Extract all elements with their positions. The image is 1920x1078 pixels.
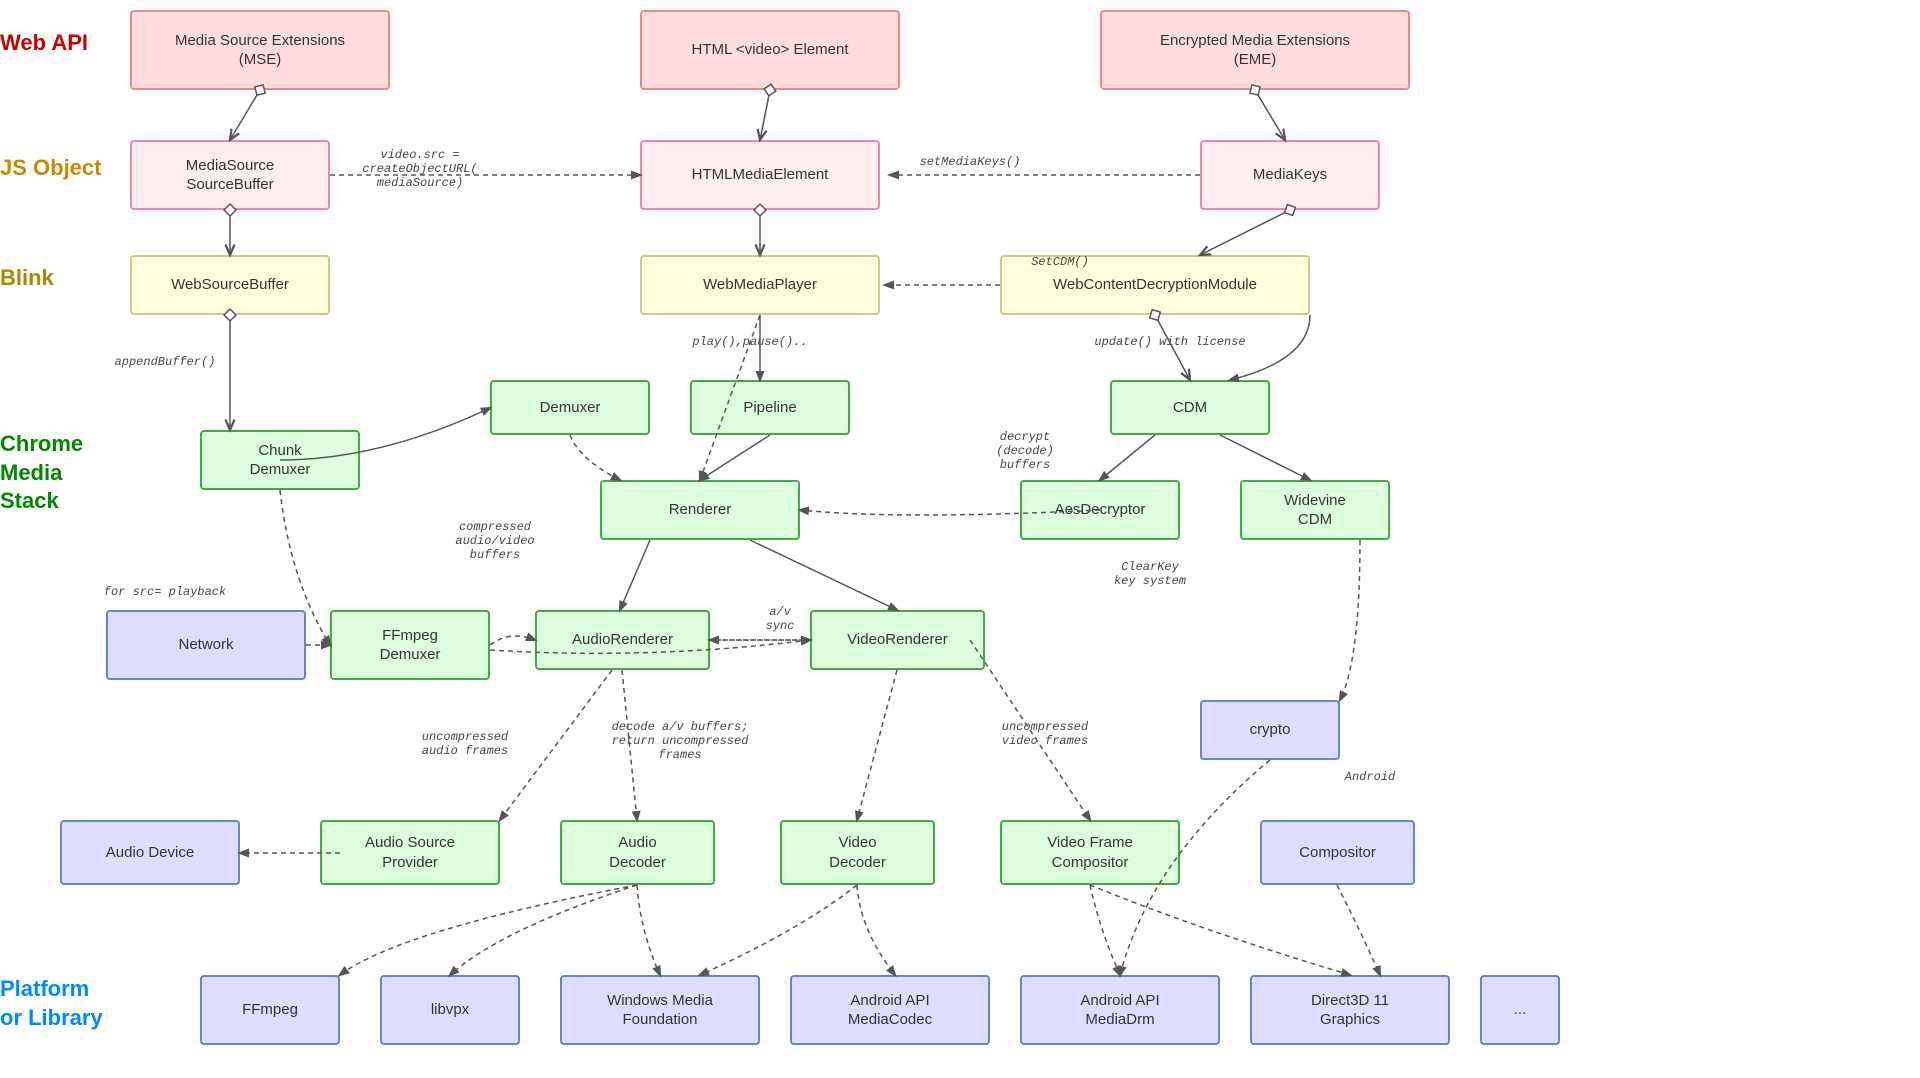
annot-play-pause: play(),pause()..: [680, 335, 820, 349]
annot-video-src: video.src = createObjectURL( mediaSource…: [340, 148, 500, 190]
box-aesdecryptor: AesDecryptor: [1020, 480, 1180, 540]
annot-compressed: compressed audio/video buffers: [430, 520, 560, 562]
box-compositor: Compositor: [1260, 820, 1415, 885]
box-widevine-cdm: Widevine CDM: [1240, 480, 1390, 540]
box-websourcebuffer: WebSourceBuffer: [130, 255, 330, 315]
box-video-frame-compositor: Video Frame Compositor: [1000, 820, 1180, 885]
box-demuxer: Demuxer: [490, 380, 650, 435]
layer-label-platform: Platform or Library: [0, 975, 103, 1032]
annot-android: Android: [1330, 770, 1410, 784]
box-video-renderer: VideoRenderer: [810, 610, 985, 670]
box-video-decoder: Video Decoder: [780, 820, 935, 885]
layer-label-jsobject: JS Object: [0, 155, 101, 181]
annot-decode-av: decode a/v buffers; return uncompressed …: [590, 720, 770, 762]
layer-label-blink: Blink: [0, 265, 54, 291]
layer-label-chromemedia: Chrome Media Stack: [0, 430, 83, 516]
box-android-api-mediacodec: Android API MediaCodec: [790, 975, 990, 1045]
box-pipeline: Pipeline: [690, 380, 850, 435]
box-windows-media-foundation: Windows Media Foundation: [560, 975, 760, 1045]
annot-uncompressed-audio: uncompressed audio frames: [390, 730, 540, 758]
box-direct3d-11: Direct3D 11 Graphics: [1250, 975, 1450, 1045]
layer-label-webapi: Web API: [0, 30, 88, 56]
annot-decrypt-decode: decrypt (decode) buffers: [970, 430, 1080, 472]
box-webmediaplayer: WebMediaPlayer: [640, 255, 880, 315]
box-html-video: HTML <video> Element: [640, 10, 900, 90]
annot-set-cdm: SetCDM(): [1010, 255, 1110, 269]
annot-uncompressed-video: uncompressed video frames: [970, 720, 1120, 748]
annot-for-src: for src= playback: [100, 585, 230, 599]
box-mediasource-sourcebuffer: MediaSource SourceBuffer: [130, 140, 330, 210]
box-audio-device: Audio Device: [60, 820, 240, 885]
box-audio-decoder: Audio Decoder: [560, 820, 715, 885]
box-renderer: Renderer: [600, 480, 800, 540]
box-crypto: crypto: [1200, 700, 1340, 760]
box-mse: Media Source Extensions (MSE): [130, 10, 390, 90]
diagram-container: Web API JS Object Blink Chrome Media Sta…: [0, 0, 1920, 1078]
box-network: Network: [106, 610, 306, 680]
box-android-api-mediadrm: Android API MediaDrm: [1020, 975, 1220, 1045]
annot-set-media-keys: setMediaKeys(): [900, 155, 1040, 169]
box-libvpx: libvpx: [380, 975, 520, 1045]
box-audio-renderer: AudioRenderer: [535, 610, 710, 670]
box-ffmpeg-demuxer: FFmpeg Demuxer: [330, 610, 490, 680]
box-mediakeys: MediaKeys: [1200, 140, 1380, 210]
box-ellipsis: ...: [1480, 975, 1560, 1045]
box-cdm: CDM: [1110, 380, 1270, 435]
box-audio-source-provider: Audio Source Provider: [320, 820, 500, 885]
box-ffmpeg: FFmpeg: [200, 975, 340, 1045]
annot-clearkey: ClearKey key system: [1090, 560, 1210, 588]
box-htmlmediaelement: HTMLMediaElement: [640, 140, 880, 210]
box-eme: Encrypted Media Extensions (EME): [1100, 10, 1410, 90]
annot-update-with-license: update() with license: [1090, 335, 1250, 349]
annot-append-buffer: appendBuffer(): [100, 355, 230, 369]
box-chunk-demuxer: Chunk Demuxer: [200, 430, 360, 490]
annot-av-sync: a/v sync: [745, 605, 815, 633]
